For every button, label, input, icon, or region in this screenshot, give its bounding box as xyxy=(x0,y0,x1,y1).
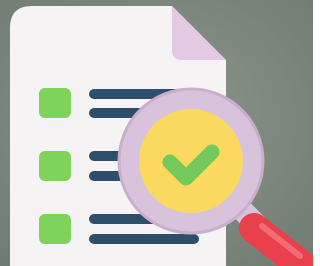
illustration-svg xyxy=(0,0,313,266)
checkbox-icon xyxy=(39,88,71,118)
magnifier-lens-glass xyxy=(139,109,243,213)
checkbox-icon xyxy=(39,151,71,181)
text-line xyxy=(89,234,199,244)
checkbox-icon xyxy=(39,214,71,244)
checklist-audit-illustration xyxy=(0,0,313,266)
